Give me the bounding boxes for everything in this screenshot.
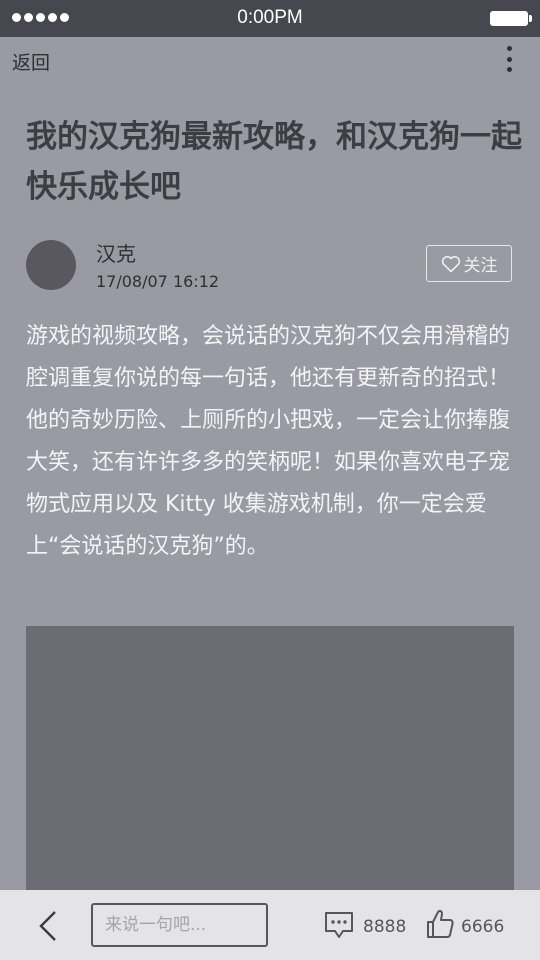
nav-bar: 返回 bbox=[0, 37, 540, 83]
author-name[interactable]: 汉克 bbox=[96, 238, 136, 267]
comment-icon[interactable] bbox=[323, 910, 355, 940]
article-title: 我的汉克狗最新攻略，和汉克狗一起快乐成长吧 bbox=[26, 119, 522, 205]
battery-icon bbox=[490, 11, 532, 26]
comment-input[interactable] bbox=[91, 903, 268, 947]
follow-button[interactable]: 关注 bbox=[426, 245, 512, 282]
heart-icon bbox=[441, 255, 460, 272]
bottom-bar: 8888 6666 bbox=[0, 890, 540, 960]
chevron-left-icon[interactable] bbox=[38, 910, 58, 942]
like-count: 6666 bbox=[461, 917, 505, 937]
follow-label: 关注 bbox=[463, 256, 498, 276]
avatar[interactable] bbox=[26, 240, 76, 290]
back-link[interactable]: 返回 bbox=[12, 48, 50, 75]
media-placeholder[interactable] bbox=[26, 626, 514, 890]
status-time: 0:00PM bbox=[237, 7, 303, 28]
thumbs-up-icon[interactable] bbox=[425, 908, 455, 940]
more-vertical-icon[interactable] bbox=[506, 46, 512, 72]
post-time: 17/08/07 16:12 bbox=[96, 272, 220, 291]
status-bar: 0:00PM bbox=[0, 0, 540, 37]
comment-count: 8888 bbox=[363, 917, 407, 937]
article-body: 游戏的视频攻略，会说话的汉克狗不仅会用滑稽的腔调重复你说的每一句话，他还有更新奇… bbox=[26, 324, 511, 559]
